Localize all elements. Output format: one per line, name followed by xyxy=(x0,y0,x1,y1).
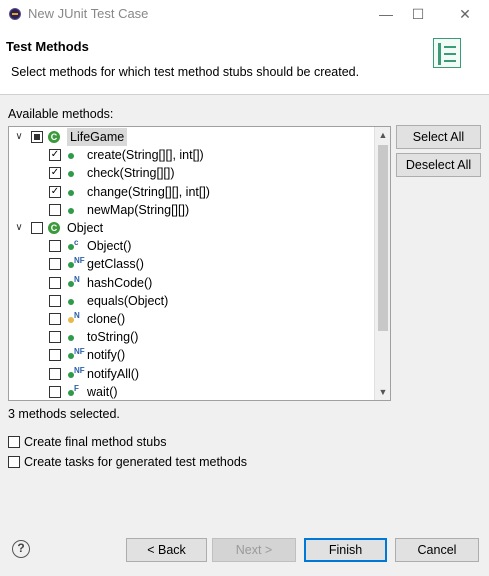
public-method-icon xyxy=(68,207,74,214)
method-checkbox[interactable] xyxy=(49,276,61,289)
method-checkbox[interactable] xyxy=(31,222,43,234)
method-checkbox[interactable]: ✓ xyxy=(49,167,61,180)
minimize-button[interactable]: — xyxy=(376,4,396,24)
page-title: Test Methods xyxy=(6,39,89,54)
public-method-icon xyxy=(68,298,74,305)
vertical-scrollbar[interactable]: ▲ ▼ xyxy=(374,127,390,400)
help-icon[interactable]: ? xyxy=(12,540,30,558)
method-modifier-badge: NF xyxy=(74,347,85,357)
tree-method-row[interactable]: toString() xyxy=(9,328,375,346)
tree-method-row[interactable]: NF notify() xyxy=(9,346,375,364)
method-modifier-badge: F xyxy=(74,383,79,393)
method-checkbox[interactable] xyxy=(31,131,43,143)
tree-method-row[interactable]: NF getClass() xyxy=(9,255,375,273)
wizard-header: Test Methods Select methods for which te… xyxy=(0,28,489,95)
method-checkbox[interactable] xyxy=(49,240,61,253)
tree-class-row[interactable]: ∨ C Object xyxy=(9,219,375,237)
method-label: toString() xyxy=(87,330,139,345)
wizard-content: Available methods: ▲ ▼ ∨ C LifeGame ✓ create… xyxy=(0,95,489,576)
tree-class-row[interactable]: ∨ C LifeGame xyxy=(9,128,375,146)
method-modifier-badge: NF xyxy=(74,256,85,266)
title-bar: New JUnit Test Case — ☐ ✕ xyxy=(0,0,489,28)
method-modifier-badge: N xyxy=(74,274,80,284)
class-label: LifeGame xyxy=(67,128,128,146)
method-modifier-badge: N xyxy=(74,311,80,320)
method-label: clone() xyxy=(87,312,126,326)
tree-method-row[interactable]: equals(Object) xyxy=(9,292,375,310)
tree-method-row[interactable]: c Object() xyxy=(9,237,375,255)
tree-method-row[interactable]: NF notifyAll() xyxy=(9,365,375,383)
final-stubs-label: Create final method stubs xyxy=(24,435,167,449)
method-checkbox[interactable] xyxy=(49,203,61,216)
method-label: change(String[][], int[]) xyxy=(87,184,210,199)
scroll-thumb[interactable] xyxy=(378,145,388,331)
method-label: hashCode() xyxy=(87,275,153,290)
method-label: getClass() xyxy=(87,257,144,272)
method-label: wait() xyxy=(87,384,118,399)
tree-method-row[interactable]: Nclone() xyxy=(9,310,375,328)
method-label: notifyAll() xyxy=(87,366,140,381)
method-label: check(String[][]) xyxy=(87,166,175,181)
tree-method-row[interactable]: ✓ create(String[][], int[]) xyxy=(9,146,375,164)
page-description: Select methods for which test method stu… xyxy=(11,65,360,79)
class-icon: C xyxy=(48,222,60,234)
method-modifier-badge: c xyxy=(74,238,79,248)
next-button[interactable]: Next > xyxy=(212,538,296,562)
window-title: New JUnit Test Case xyxy=(28,6,149,21)
method-checkbox[interactable] xyxy=(49,331,61,344)
tree-method-row[interactable]: ✓ change(String[][], int[]) xyxy=(9,183,375,201)
maximize-button[interactable]: ☐ xyxy=(408,4,428,24)
public-method-icon xyxy=(68,171,74,178)
eclipse-icon xyxy=(9,8,21,20)
method-checkbox[interactable] xyxy=(49,313,61,325)
selection-status: 3 methods selected. xyxy=(8,407,120,421)
public-method-icon xyxy=(68,189,74,196)
finish-button[interactable]: Finish xyxy=(304,538,387,562)
method-label: newMap(String[][]) xyxy=(87,202,190,217)
method-label: notify() xyxy=(87,348,126,363)
public-method-icon xyxy=(68,153,74,160)
class-label: Object xyxy=(67,221,104,235)
method-modifier-badge: NF xyxy=(74,365,85,375)
back-button[interactable]: < Back xyxy=(126,538,207,562)
tasks-label: Create tasks for generated test methods xyxy=(24,455,248,469)
tree-method-row[interactable]: newMap(String[][]) xyxy=(9,201,375,219)
scroll-up-icon[interactable]: ▲ xyxy=(375,127,390,143)
cancel-button[interactable]: Cancel xyxy=(395,538,479,562)
methods-tree[interactable]: ▲ ▼ ∨ C LifeGame ✓ create(String[][], int[])… xyxy=(8,126,391,401)
expand-chevron-icon[interactable]: ∨ xyxy=(14,128,24,146)
junit-wizard-icon xyxy=(433,38,461,68)
scroll-down-icon[interactable]: ▼ xyxy=(375,384,390,400)
method-checkbox[interactable]: ✓ xyxy=(49,149,61,162)
close-button[interactable]: ✕ xyxy=(455,4,475,24)
public-method-icon xyxy=(68,335,74,342)
method-label: equals(Object) xyxy=(87,293,169,308)
final-stubs-checkbox[interactable] xyxy=(8,436,20,448)
method-checkbox[interactable] xyxy=(49,349,61,362)
method-label: create(String[][], int[]) xyxy=(87,148,204,163)
tasks-checkbox[interactable] xyxy=(8,456,20,468)
method-checkbox[interactable] xyxy=(49,258,61,271)
tree-method-row[interactable]: ✓ check(String[][]) xyxy=(9,164,375,182)
class-icon: C xyxy=(48,131,60,143)
available-methods-label: Available methods: xyxy=(8,107,114,121)
select-all-button[interactable]: Select All xyxy=(396,125,481,149)
method-label: Object() xyxy=(87,239,132,254)
deselect-all-button[interactable]: Deselect All xyxy=(396,153,481,177)
method-checkbox[interactable] xyxy=(49,294,61,307)
method-checkbox[interactable]: ✓ xyxy=(49,185,61,198)
tree-method-row[interactable]: NhashCode() xyxy=(9,274,375,292)
expand-chevron-icon[interactable]: ∨ xyxy=(14,219,24,237)
tree-method-row[interactable]: Fwait() xyxy=(9,383,375,400)
method-checkbox[interactable] xyxy=(49,367,61,380)
method-checkbox[interactable] xyxy=(49,385,61,398)
